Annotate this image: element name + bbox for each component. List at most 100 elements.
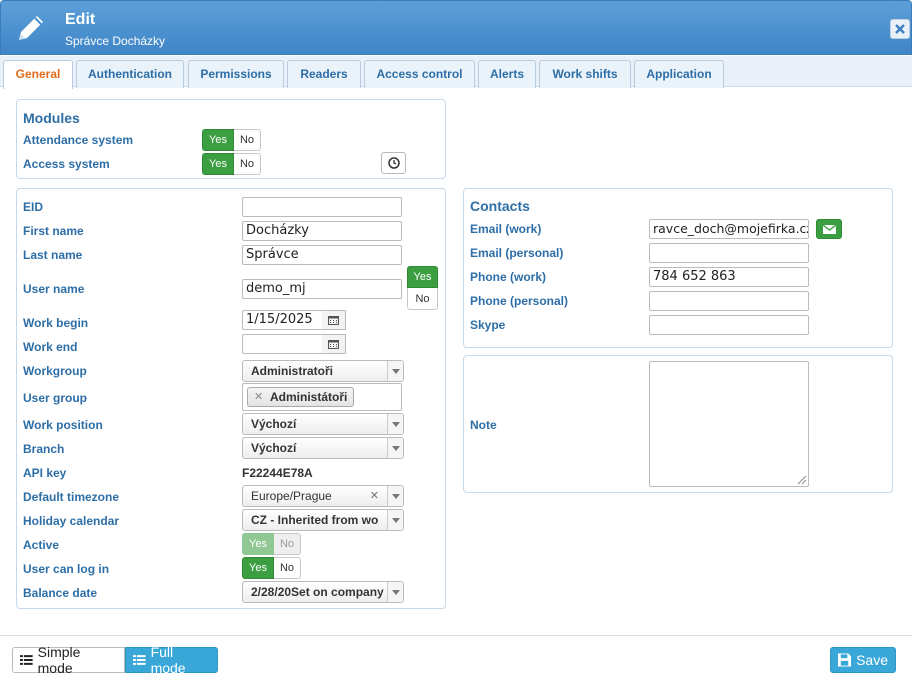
holiday-calendar-label: Holiday calendar [23, 514, 120, 528]
workgroup-select[interactable]: Administratoři [242, 360, 404, 382]
user-name-label: User name [23, 282, 85, 296]
user-group-tag-label: Administátoři [270, 390, 348, 404]
access-system-toggle[interactable]: Yes No [202, 153, 261, 175]
access-no[interactable]: No [234, 153, 261, 175]
chevron-down-icon [387, 510, 403, 530]
eid-label: EID [23, 200, 44, 214]
first-name-label: First name [23, 224, 84, 238]
modules-title: Modules [23, 110, 80, 126]
user-group-label: User group [23, 391, 88, 405]
login-no[interactable]: No [274, 557, 301, 579]
tab-general[interactable]: General [3, 60, 73, 89]
login-yes[interactable]: Yes [242, 557, 274, 579]
dialog-title: Edit [65, 11, 96, 28]
api-key-value: F22244E78A [242, 466, 313, 480]
tab-readers[interactable]: Readers [287, 60, 361, 88]
work-end-label: Work end [23, 340, 78, 354]
tab-work-shifts[interactable]: Work shifts [539, 60, 631, 88]
tab-bar: General Authentication Permissions Reade… [0, 56, 912, 89]
phone-work-label: Phone (work) [470, 270, 547, 284]
clock-icon [387, 157, 400, 169]
full-mode-button[interactable]: Full mode [125, 644, 218, 676]
work-end-calendar-button[interactable] [322, 334, 346, 354]
chevron-down-icon [387, 361, 403, 381]
user-can-log-in-label: User can log in [23, 562, 110, 576]
save-label: Save [856, 652, 888, 668]
tab-authentication[interactable]: Authentication [76, 60, 184, 88]
tab-permissions[interactable]: Permissions [188, 60, 284, 88]
work-position-value: Výchozí [251, 417, 297, 431]
work-end-input[interactable] [242, 334, 324, 354]
access-system-label: Access system [23, 157, 110, 171]
work-position-select[interactable]: Výchozí [242, 413, 404, 435]
work-begin-calendar-button[interactable] [322, 310, 346, 330]
note-label: Note [470, 418, 497, 432]
contacts-panel: Contacts Email (work) ravce_doch@mojefir… [463, 188, 893, 348]
chevron-down-icon [387, 582, 403, 602]
active-yes: Yes [242, 533, 274, 555]
branch-select[interactable]: Výchozí [242, 437, 404, 459]
user-name-yesno[interactable]: Yes No [407, 266, 438, 311]
simple-mode-label: Simple mode [37, 644, 81, 676]
work-begin-label: Work begin [23, 316, 89, 330]
eid-input[interactable] [242, 197, 402, 217]
modules-panel: Modules Attendance system Yes No Access … [16, 99, 446, 179]
holiday-calendar-value: CZ - Inherited from wo [251, 513, 379, 527]
phone-personal-label: Phone (personal) [470, 294, 569, 308]
skype-input[interactable] [649, 315, 809, 335]
email-work-input[interactable]: ravce_doch@mojefirka.cz [649, 219, 809, 239]
tab-access-control[interactable]: Access control [364, 60, 475, 88]
attendance-system-toggle[interactable]: Yes No [202, 129, 261, 151]
clear-icon[interactable]: ✕ [370, 486, 379, 506]
work-begin-input[interactable]: 1/15/2025 [242, 310, 324, 330]
phone-personal-input[interactable] [649, 291, 809, 311]
workgroup-label: Workgroup [23, 364, 87, 378]
full-mode-label: Full mode [150, 644, 186, 676]
balance-date-select[interactable]: 2/28/20Set on company [242, 581, 404, 603]
user-name-yes[interactable]: Yes [407, 266, 438, 288]
attendance-no[interactable]: No [234, 129, 261, 151]
user-panel: EID First name Docházky Last name Správc… [16, 188, 446, 609]
default-timezone-label: Default timezone [23, 490, 120, 504]
close-button[interactable] [890, 19, 910, 39]
user-name-input[interactable]: demo_mj [242, 279, 402, 299]
calendar-icon [328, 340, 339, 349]
workgroup-value: Administratoři [251, 364, 334, 378]
note-textarea[interactable] [649, 361, 809, 487]
simple-mode-button[interactable]: Simple mode [12, 644, 125, 676]
remove-tag-icon[interactable]: ✕ [254, 388, 263, 406]
pencil-icon [19, 16, 43, 40]
last-name-input[interactable]: Správce [242, 245, 402, 265]
list-icon [133, 655, 146, 665]
default-timezone-select[interactable]: Europe/Prague ✕ [242, 485, 404, 507]
phone-work-input[interactable]: 784 652 863 [649, 267, 809, 287]
contacts-title: Contacts [470, 198, 530, 214]
email-work-label: Email (work) [470, 222, 542, 236]
resize-handle-icon[interactable] [795, 473, 807, 485]
api-key-label: API key [23, 466, 67, 480]
envelope-icon [822, 224, 836, 234]
branch-value: Výchozí [251, 441, 297, 455]
user-can-log-in-toggle[interactable]: Yes No [242, 557, 301, 579]
holiday-calendar-select[interactable]: CZ - Inherited from wo [242, 509, 404, 531]
email-personal-input[interactable] [649, 243, 809, 263]
send-email-button[interactable] [816, 219, 842, 239]
tab-application[interactable]: Application [634, 60, 724, 88]
first-name-input[interactable]: Docházky [242, 221, 402, 241]
attendance-system-label: Attendance system [23, 133, 134, 147]
access-yes[interactable]: Yes [202, 153, 234, 175]
access-settings-button[interactable] [381, 152, 406, 174]
floppy-disk-icon [838, 653, 852, 667]
balance-date-value: 2/28/20Set on company [251, 585, 384, 599]
save-button[interactable]: Save [830, 647, 896, 673]
user-name-no[interactable]: No [407, 288, 438, 310]
note-panel: Note [463, 355, 893, 493]
chevron-down-icon [387, 438, 403, 458]
active-toggle: Yes No [242, 533, 301, 555]
timezone-value: Europe/Prague [251, 489, 332, 503]
tab-alerts[interactable]: Alerts [478, 60, 536, 88]
user-group-multiselect[interactable]: ✕ Administátoři [242, 383, 402, 411]
balance-date-label: Balance date [23, 586, 98, 600]
calendar-icon [328, 316, 339, 325]
attendance-yes[interactable]: Yes [202, 129, 234, 151]
